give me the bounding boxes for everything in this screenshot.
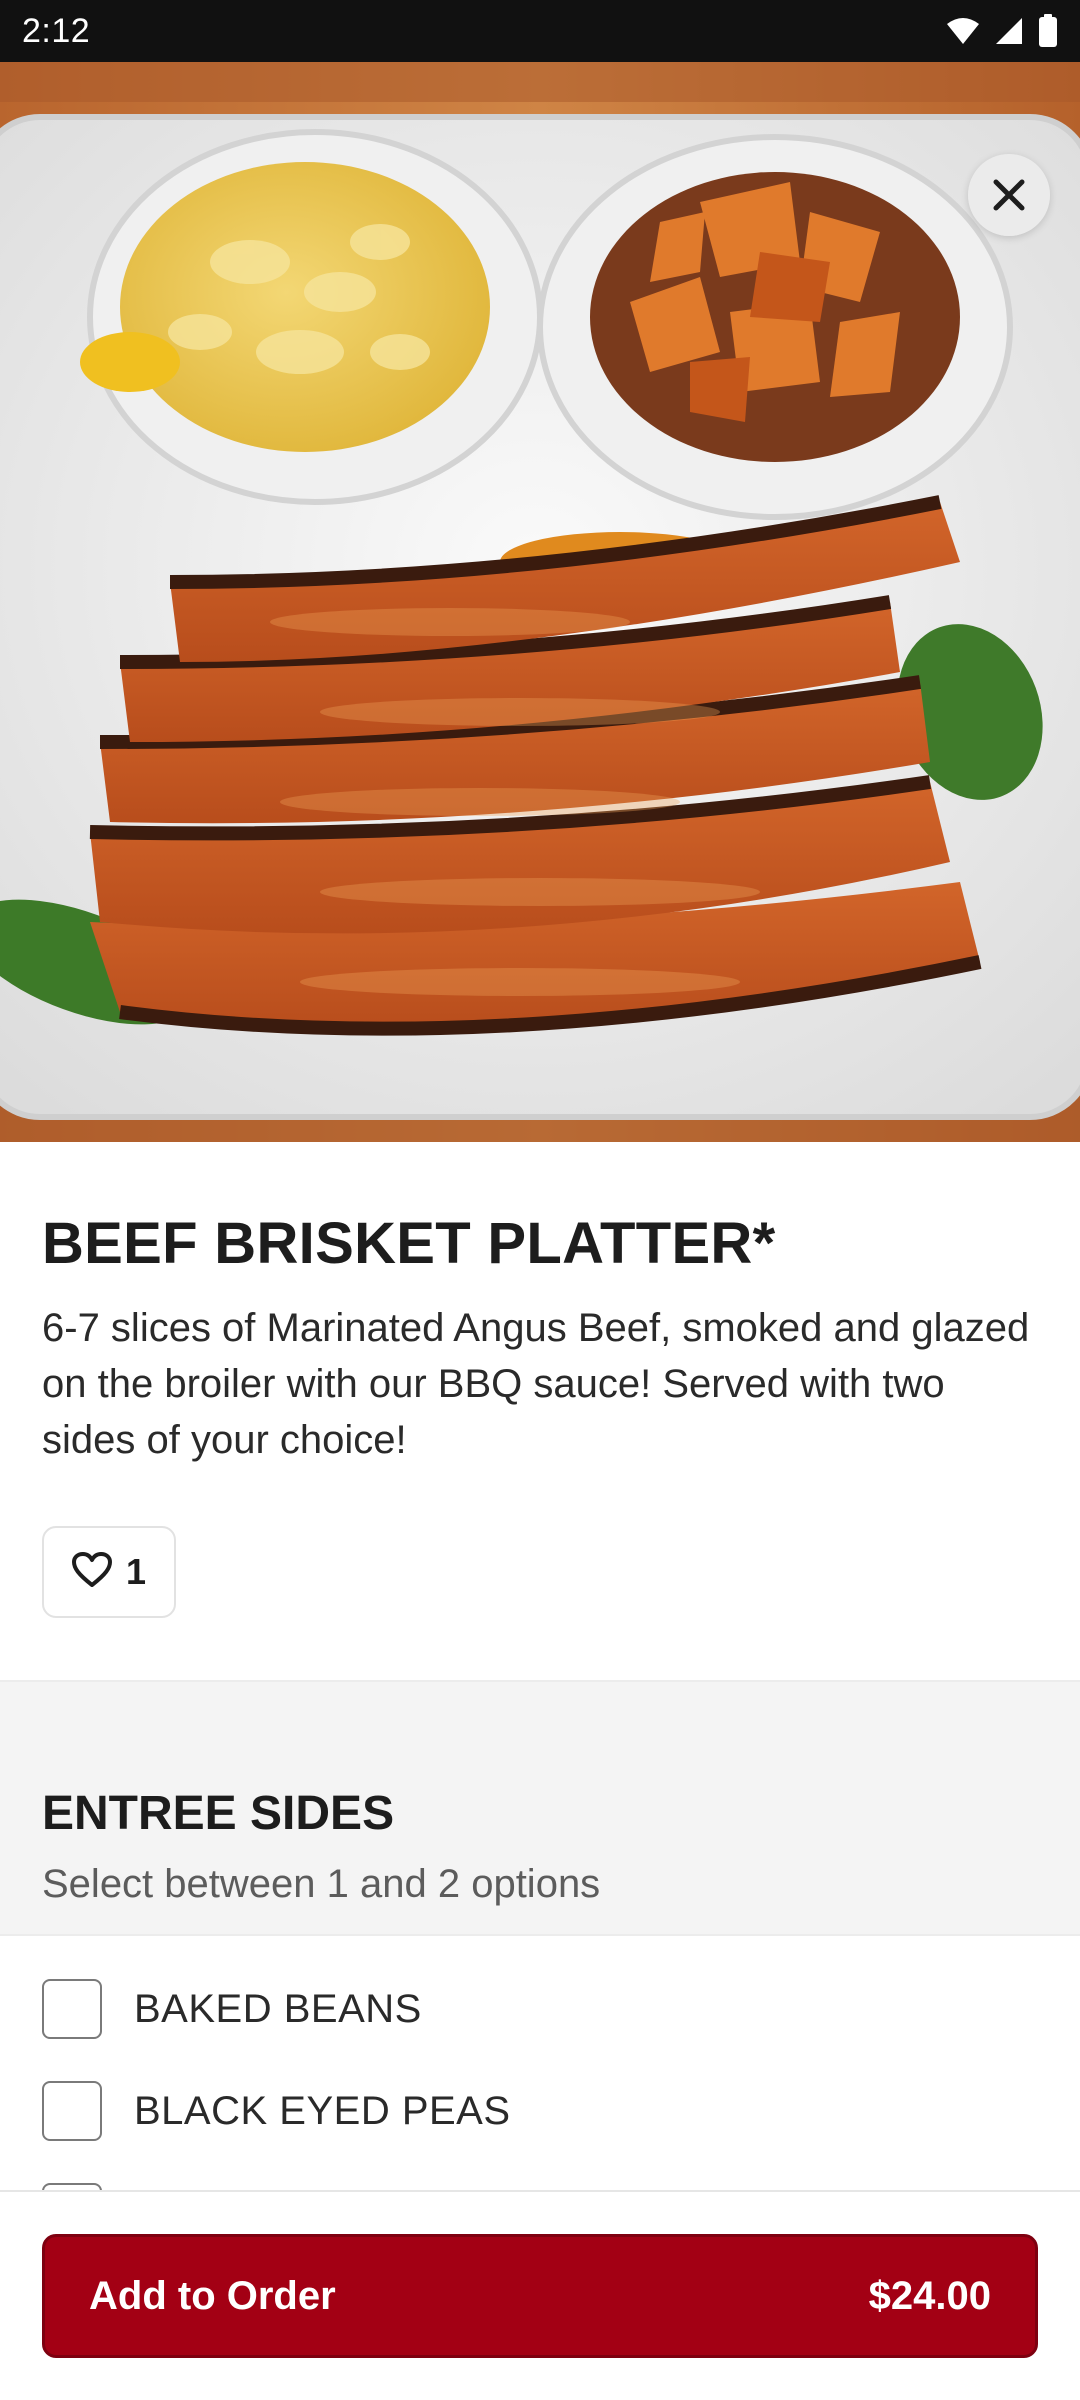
close-button[interactable] [968,154,1050,236]
heart-icon [71,1551,112,1593]
item-title: BEEF BRISKET PLATTER* [42,1211,776,1276]
add-to-order-label: Add to Order [89,2273,336,2318]
add-to-order-button[interactable]: Add to Order $24.00 [42,2234,1038,2358]
checkbox[interactable] [42,2081,102,2141]
signal-icon [994,16,1024,51]
option-baked-beans[interactable]: BAKED BEANS [42,1978,422,2040]
option-label: BAKED BEANS [134,1986,422,2031]
wifi-icon [946,16,980,51]
favorite-count: 1 [125,1551,147,1592]
status-bar: 2:12 [0,0,1080,62]
option-black-eyed-peas[interactable]: BLACK EYED PEAS [42,2080,511,2142]
status-time: 2:12 [22,12,91,50]
order-price: $24.00 [868,2273,991,2318]
status-icons [946,14,1058,53]
section-subtitle: Select between 1 and 2 options [42,1862,601,1906]
hero-image [0,62,1080,1142]
close-icon [991,177,1027,213]
item-description: 6-7 slices of Marinated Angus Beef, smok… [42,1306,1030,1462]
section-title: ENTREE SIDES [42,1787,395,1840]
option-label: BLACK EYED PEAS [134,2088,511,2133]
checkbox[interactable] [42,1979,102,2039]
battery-icon [1038,14,1058,53]
favorite-button[interactable]: 1 [42,1526,176,1618]
